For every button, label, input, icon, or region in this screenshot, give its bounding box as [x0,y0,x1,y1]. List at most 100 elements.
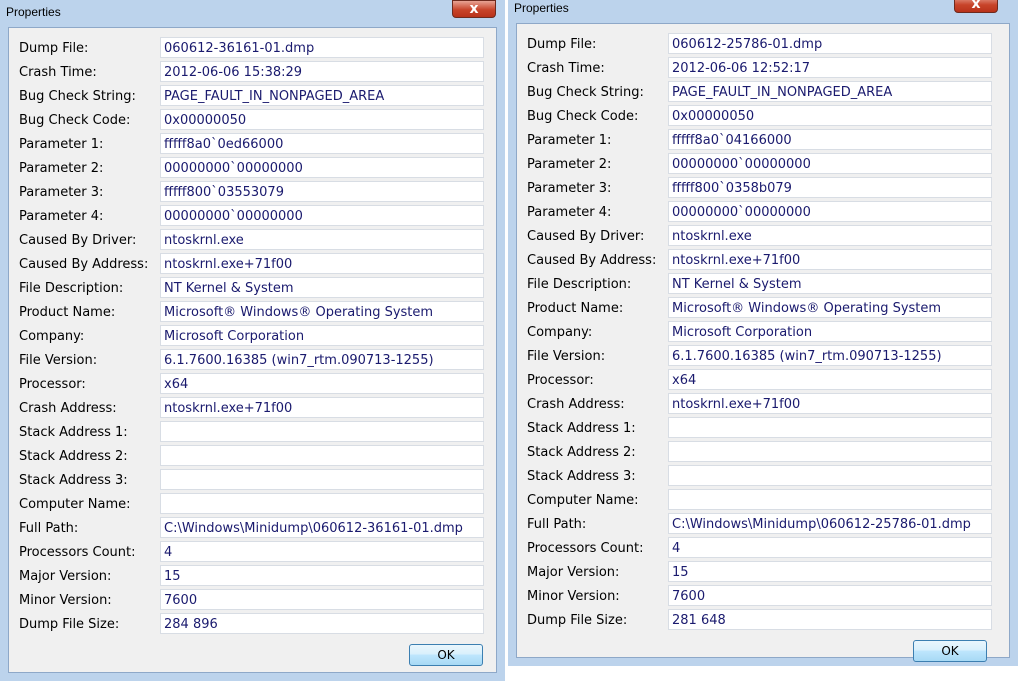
property-row: Product Name: Microsoft® Windows® Operati… [517,296,1009,320]
property-value-field[interactable]: ntoskrnl.exe [160,229,484,250]
property-value-field[interactable]: fffff8a0`04166000 [668,129,992,150]
property-row: Full Path: C:\Windows\Minidump\060612-257… [517,512,1009,536]
property-row: Parameter 1: fffff8a0`04166000 [517,128,1009,152]
property-value-field[interactable]: 6.1.7600.16385 (win7_rtm.090713-1255) [160,349,484,370]
property-row: Processor: x64 [517,368,1009,392]
property-row: Minor Version: 7600 [9,588,496,612]
property-row: Computer Name: [517,488,1009,512]
property-row: Major Version: 15 [517,560,1009,584]
property-value-field[interactable]: 7600 [160,589,484,610]
property-value-field[interactable]: 2012-06-06 15:38:29 [160,61,484,82]
property-value-field[interactable]: x64 [668,369,992,390]
property-row: Parameter 2: 00000000`00000000 [9,156,496,180]
property-value-field[interactable]: 15 [160,565,484,586]
property-value-field[interactable]: 2012-06-06 12:52:17 [668,57,992,78]
property-value-field[interactable]: ntoskrnl.exe [668,225,992,246]
property-value-field[interactable]: NT Kernel & System [160,277,484,298]
property-value-field[interactable]: NT Kernel & System [668,273,992,294]
property-value-field[interactable]: 4 [160,541,484,562]
property-value-field[interactable]: fffff800`03553079 [160,181,484,202]
property-row: Product Name: Microsoft® Windows® Operati… [9,300,496,324]
property-value-field[interactable]: 6.1.7600.16385 (win7_rtm.090713-1255) [668,345,992,366]
property-value-field[interactable] [668,441,992,462]
property-label: Bug Check Code: [19,113,131,128]
property-value-field[interactable]: PAGE_FAULT_IN_NONPAGED_AREA [160,85,484,106]
property-value-field[interactable]: 00000000`00000000 [668,153,992,174]
property-row: Minor Version: 7600 [517,584,1009,608]
ok-button[interactable]: OK [409,644,483,666]
property-row: Dump File Size: 284 896 [9,612,496,636]
property-row: Parameter 4: 00000000`00000000 [517,200,1009,224]
property-label: Processor: [19,377,86,392]
property-label: Stack Address 2: [527,445,636,460]
property-label: Dump File: [527,37,597,52]
property-value-field[interactable] [160,493,484,514]
property-value-field[interactable]: Microsoft Corporation [668,321,992,342]
property-value-field[interactable]: ntoskrnl.exe+71f00 [160,397,484,418]
property-label: Full Path: [527,517,587,532]
property-value-field[interactable]: 00000000`00000000 [668,201,992,222]
property-value-field[interactable]: 060612-36161-01.dmp [160,37,484,58]
property-row: Crash Time: 2012-06-06 12:52:17 [517,56,1009,80]
property-label: Crash Address: [527,397,625,412]
properties-dialog-left: Properties x Dump File: 060612-36161-01.d… [0,0,505,681]
property-row: Crash Address: ntoskrnl.exe+71f00 [517,392,1009,416]
property-label: Parameter 1: [19,137,104,152]
property-label: Bug Check String: [527,85,644,100]
property-value-field[interactable]: 284 896 [160,613,484,634]
ok-button[interactable]: OK [913,640,987,662]
property-row: Company: Microsoft Corporation [517,320,1009,344]
property-row: File Version: 6.1.7600.16385 (win7_rtm.09… [9,348,496,372]
property-row: Parameter 1: fffff8a0`0ed66000 [9,132,496,156]
property-value-field[interactable]: 281 648 [668,609,992,630]
property-value-field[interactable]: PAGE_FAULT_IN_NONPAGED_AREA [668,81,992,102]
properties-panel: Dump File: 060612-25786-01.dmp Crash Time:… [516,23,1010,658]
property-value-field[interactable]: 060612-25786-01.dmp [668,33,992,54]
property-value-field[interactable]: fffff8a0`0ed66000 [160,133,484,154]
property-label: Computer Name: [19,497,131,512]
property-row: Dump File: 060612-25786-01.dmp [517,32,1009,56]
property-label: Major Version: [527,565,620,580]
property-value-field[interactable]: 00000000`00000000 [160,205,484,226]
property-label: Stack Address 2: [19,449,128,464]
property-value-field[interactable]: x64 [160,373,484,394]
property-label: Parameter 1: [527,133,612,148]
property-label: Minor Version: [19,593,112,608]
property-value-field[interactable]: ntoskrnl.exe+71f00 [160,253,484,274]
property-value-field[interactable]: C:\Windows\Minidump\060612-25786-01.dmp [668,513,992,534]
property-label: File Version: [527,349,606,364]
property-label: Processor: [527,373,594,388]
property-value-field[interactable]: Microsoft® Windows® Operating System [668,297,992,318]
property-value-field[interactable]: 00000000`00000000 [160,157,484,178]
property-row: Caused By Driver: ntoskrnl.exe [9,228,496,252]
property-value-field[interactable] [160,469,484,490]
property-value-field[interactable]: ntoskrnl.exe+71f00 [668,393,992,414]
property-value-field[interactable]: 7600 [668,585,992,606]
property-value-field[interactable]: Microsoft Corporation [160,325,484,346]
property-row: Processors Count: 4 [9,540,496,564]
property-label: Crash Address: [19,401,117,416]
title-bar[interactable]: Properties x [0,0,505,27]
property-row: Processor: x64 [9,372,496,396]
property-label: Major Version: [19,569,112,584]
property-value-field[interactable]: Microsoft® Windows® Operating System [160,301,484,322]
close-button[interactable]: x [954,0,998,13]
property-value-field[interactable]: fffff800`0358b079 [668,177,992,198]
property-row: Bug Check Code: 0x00000050 [9,108,496,132]
close-button[interactable]: x [452,0,496,18]
property-value-field[interactable]: 0x00000050 [668,105,992,126]
property-value-field[interactable] [668,417,992,438]
property-value-field[interactable] [160,445,484,466]
property-value-field[interactable]: 0x00000050 [160,109,484,130]
property-label: Parameter 2: [527,157,612,172]
property-value-field[interactable] [160,421,484,442]
property-value-field[interactable] [668,465,992,486]
property-label: Dump File Size: [527,613,628,628]
property-value-field[interactable]: C:\Windows\Minidump\060612-36161-01.dmp [160,517,484,538]
property-value-field[interactable]: ntoskrnl.exe+71f00 [668,249,992,270]
property-row: Dump File Size: 281 648 [517,608,1009,632]
property-value-field[interactable]: 15 [668,561,992,582]
property-row: Stack Address 3: [9,468,496,492]
property-value-field[interactable] [668,489,992,510]
property-value-field[interactable]: 4 [668,537,992,558]
